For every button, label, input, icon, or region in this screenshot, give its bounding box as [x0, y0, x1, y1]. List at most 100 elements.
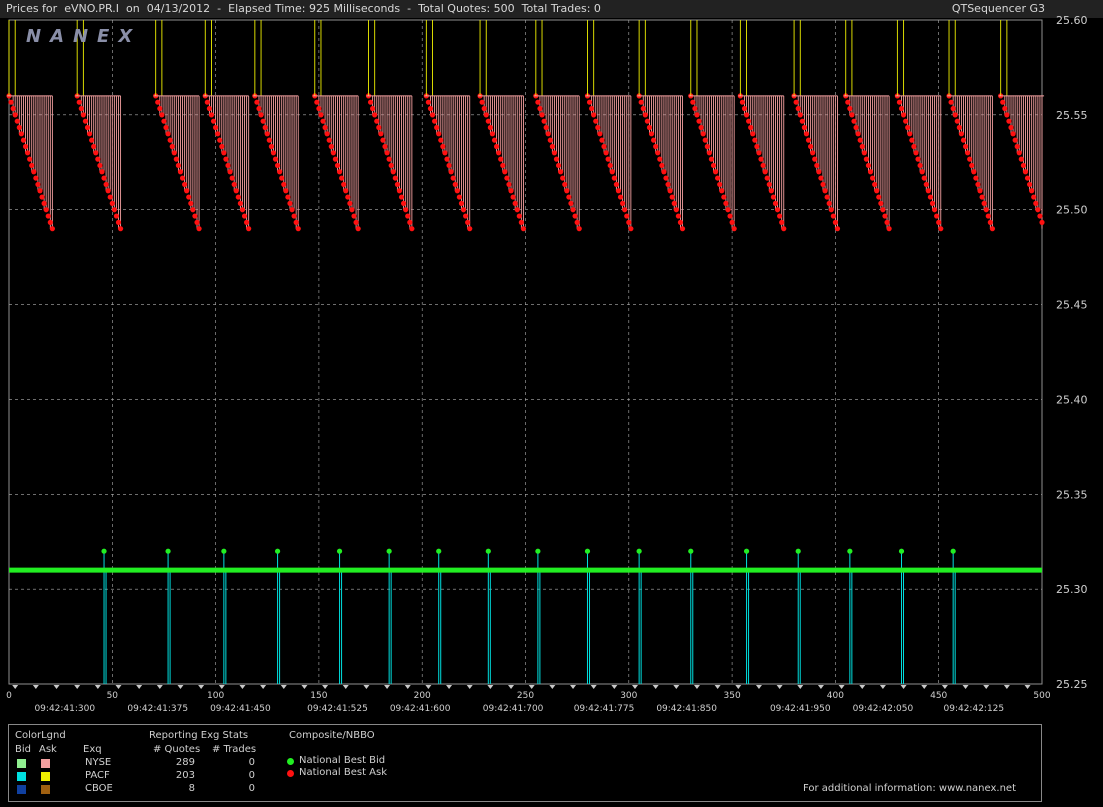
cboe-ask-swatch: [41, 785, 50, 794]
ask-point: [731, 226, 737, 232]
ask-point: [277, 169, 283, 175]
bid-spike-point: [485, 548, 491, 554]
ask-point: [562, 181, 568, 188]
cboe-trades: 0: [248, 783, 255, 794]
ask-point: [723, 200, 729, 206]
ask-point: [560, 175, 566, 181]
ask-point: [190, 207, 196, 213]
trade-tick-marker: [838, 685, 845, 689]
time-label: 09:42:42:125: [944, 704, 1005, 714]
ask-point: [719, 188, 725, 194]
trade-tick-marker: [528, 685, 535, 689]
legend-exchange-nyse: NYSE: [85, 757, 112, 768]
ask-point: [84, 124, 91, 131]
ask-point: [157, 105, 163, 112]
ask-point: [979, 194, 985, 200]
ask-point: [91, 143, 97, 150]
ask-point: [938, 226, 944, 232]
trade-tick-marker: [549, 685, 556, 689]
ask-point: [39, 194, 45, 200]
ask-point: [977, 188, 983, 194]
ask-point: [880, 207, 886, 213]
trade-tick-marker: [136, 685, 143, 689]
legend-exchange-cboe: CBOE: [85, 783, 113, 794]
nyse-trades: 0: [248, 757, 255, 768]
ask-point: [467, 226, 473, 232]
ask-point: [182, 181, 188, 188]
x-tick-label: 200: [414, 691, 431, 701]
ask-point: [675, 213, 681, 219]
ask-point: [927, 194, 934, 200]
trade-tick-marker: [1003, 685, 1010, 689]
legend-reporting-header: Reporting Exg Stats: [149, 730, 249, 741]
ask-point: [824, 194, 830, 200]
ask-point: [975, 181, 981, 188]
y-tick-label: 25.60: [1056, 14, 1088, 27]
legend-trades-header: # Trades: [212, 744, 257, 755]
y-tick-label: 25.45: [1056, 299, 1088, 312]
ask-point: [163, 124, 169, 131]
ask-point: [586, 99, 593, 105]
time-label: 09:42:41:450: [210, 704, 271, 714]
ask-point: [741, 105, 748, 112]
ask-point: [648, 131, 655, 137]
ask-point: [295, 226, 301, 232]
x-tick-label: 150: [310, 691, 327, 701]
ask-point: [165, 131, 171, 137]
ask-point: [620, 200, 626, 206]
ask-point: [24, 150, 31, 156]
ask-point: [628, 226, 634, 232]
ask-point: [376, 124, 382, 131]
ask-point: [766, 181, 772, 188]
ask-point: [539, 112, 545, 118]
x-axis-labels: 0 50 100 150 200 250 300 350 400 450 500: [6, 691, 1051, 701]
time-label: 09:42:42:050: [853, 704, 914, 714]
ask-point: [638, 99, 644, 105]
ask-point: [456, 194, 462, 200]
trade-tick-marker: [94, 685, 101, 689]
ask-point: [427, 105, 434, 112]
nanex-watermark: NANEX: [26, 26, 141, 47]
trade-tick-marker: [962, 685, 969, 689]
ask-point: [805, 137, 812, 143]
ask-point: [589, 105, 595, 112]
ask-point: [520, 226, 527, 232]
ask-point: [403, 207, 409, 213]
ask-point: [1033, 200, 1039, 206]
ask-point: [47, 219, 53, 225]
ask-point: [607, 162, 613, 169]
ask-point: [229, 175, 235, 181]
ask-point: [878, 200, 884, 206]
ask-point: [551, 150, 558, 156]
ask-point: [394, 181, 401, 188]
trade-tick-marker: [322, 685, 329, 689]
ask-point: [593, 118, 599, 124]
ask-point: [12, 112, 18, 118]
pacf-trades: 0: [248, 770, 255, 781]
ask-point: [758, 156, 764, 162]
ask-point: [729, 219, 735, 225]
bid-spike-point: [386, 548, 392, 554]
ask-point: [981, 200, 987, 206]
ask-point: [985, 213, 991, 219]
ask-point: [99, 169, 105, 175]
ask-point: [43, 207, 49, 213]
ask-point: [971, 169, 977, 175]
ask-point: [167, 137, 173, 143]
ask-point: [865, 162, 872, 169]
ask-point: [950, 105, 956, 112]
cboe-quotes: 8: [188, 783, 195, 794]
ask-point: [882, 213, 888, 219]
ask-point: [1037, 213, 1043, 219]
ask-point: [398, 194, 405, 200]
ask-point: [712, 169, 719, 175]
ask-point: [483, 112, 489, 118]
ask-point: [93, 150, 99, 156]
ask-point: [748, 124, 754, 131]
ask-point: [954, 118, 960, 124]
ask-point: [353, 219, 359, 225]
ask-point: [706, 150, 712, 156]
ask-point: [396, 188, 403, 194]
ask-point: [450, 175, 456, 181]
ask-point: [378, 131, 384, 137]
